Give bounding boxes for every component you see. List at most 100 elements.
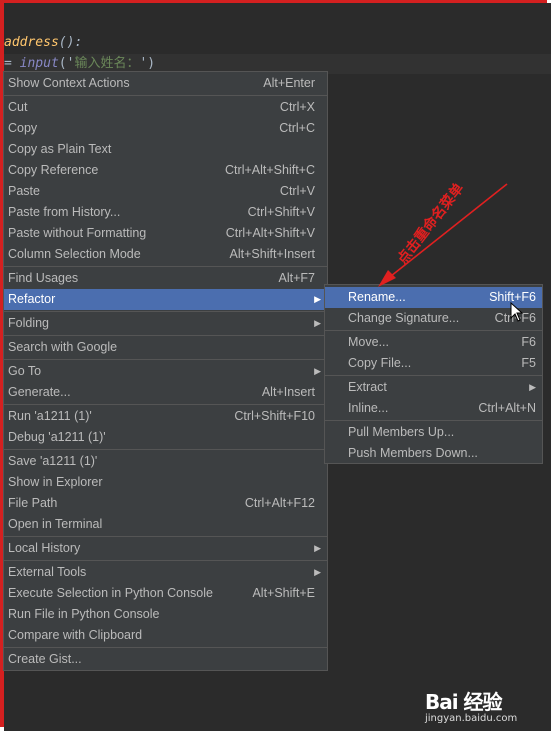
menu-item-column-selection-mode[interactable]: Column Selection Mode Alt+Shift+Insert	[4, 244, 327, 265]
menu-item-label: Show in Explorer	[8, 475, 103, 489]
menu-separator	[325, 420, 542, 421]
menu-item-label: Debug 'a1211 (1)'	[8, 430, 106, 444]
menu-separator	[4, 335, 327, 336]
watermark-url: jingyan.baidu.com	[425, 713, 518, 724]
menu-item-label: File Path	[8, 496, 58, 510]
triangle-right-icon: ▶	[529, 382, 536, 392]
menu-item-shortcut: Ctrl+Alt+Shift+C	[225, 163, 315, 177]
menu-item-label: Extract	[348, 380, 387, 394]
menu-item-shortcut: Ctrl+Shift+F10	[234, 409, 315, 423]
menu-item-local-history[interactable]: Local History ▶	[4, 538, 327, 559]
menu-item-label: Open in Terminal	[8, 517, 103, 531]
menu-item-shortcut: Ctrl+V	[279, 184, 315, 198]
menu-item-label: Local History	[8, 541, 81, 555]
menu-item-label: Paste without Formatting	[8, 226, 147, 240]
menu-item-folding[interactable]: Folding ▶	[4, 313, 327, 334]
menu-item-shortcut: Alt+Enter	[263, 76, 315, 90]
submenu-item-copy-file[interactable]: Copy File... F5	[325, 353, 542, 374]
menu-item-copy-reference[interactable]: Copy Reference Ctrl+Alt+Shift+C	[4, 160, 327, 181]
menu-item-label: Go To	[8, 364, 42, 378]
menu-item-label: Copy Reference	[8, 163, 99, 177]
menu-item-go-to[interactable]: Go To ▶	[4, 361, 327, 382]
menu-item-copy-plain-text[interactable]: Copy as Plain Text	[4, 139, 327, 160]
code-punctuation: ():	[58, 35, 83, 50]
triangle-right-icon: ▶	[314, 543, 321, 553]
menu-item-cut[interactable]: Cut Ctrl+X	[4, 97, 327, 118]
menu-item-open-in-terminal[interactable]: Open in Terminal	[4, 514, 327, 535]
menu-item-shortcut: Ctrl+Alt+N	[478, 401, 536, 415]
menu-item-paste-without-formatting[interactable]: Paste without Formatting Ctrl+Alt+Shift+V	[4, 223, 327, 244]
menu-item-shortcut: Ctrl+Alt+F12	[244, 496, 315, 510]
menu-item-save[interactable]: Save 'a1211 (1)'	[4, 451, 327, 472]
menu-item-generate[interactable]: Generate... Alt+Insert	[4, 382, 327, 403]
menu-item-label: Paste	[8, 184, 40, 198]
menu-separator	[325, 330, 542, 331]
menu-item-show-in-explorer[interactable]: Show in Explorer	[4, 472, 327, 493]
menu-item-external-tools[interactable]: External Tools ▶	[4, 562, 327, 583]
submenu-item-push-members-down[interactable]: Push Members Down...	[325, 443, 542, 464]
menu-item-copy[interactable]: Copy Ctrl+C	[4, 118, 327, 139]
context-menu: Show Context Actions Alt+Enter Cut Ctrl+X …	[3, 71, 328, 671]
watermark-logo: Bai 经验	[425, 690, 503, 714]
menu-item-label: Cut	[8, 100, 28, 114]
menu-item-shortcut: Alt+Shift+Insert	[229, 247, 315, 261]
menu-item-find-usages[interactable]: Find Usages Alt+F7	[4, 268, 327, 289]
menu-item-label: Column Selection Mode	[8, 247, 141, 261]
menu-item-run-file-console[interactable]: Run File in Python Console	[4, 604, 327, 625]
code-paren-open: ('	[58, 56, 75, 71]
triangle-right-icon: ▶	[314, 294, 321, 304]
menu-item-file-path[interactable]: File Path Ctrl+Alt+F12	[4, 493, 327, 514]
menu-item-execute-selection-console[interactable]: Execute Selection in Python Console Alt+S…	[4, 583, 327, 604]
menu-item-label: Folding	[8, 316, 49, 330]
submenu-item-inline[interactable]: Inline... Ctrl+Alt+N	[325, 398, 542, 419]
menu-item-label: Run File in Python Console	[8, 607, 160, 621]
menu-item-paste-from-history[interactable]: Paste from History... Ctrl+Shift+V	[4, 202, 327, 223]
menu-item-shortcut: Ctrl+Shift+V	[247, 205, 315, 219]
menu-item-search-google[interactable]: Search with Google	[4, 337, 327, 358]
assignment-operator: =	[4, 56, 20, 71]
menu-item-label: Create Gist...	[8, 652, 82, 666]
triangle-right-icon: ▶	[314, 318, 321, 328]
builtin-input: input	[19, 56, 59, 71]
menu-item-label: Inline...	[348, 401, 389, 415]
menu-item-compare-clipboard[interactable]: Compare with Clipboard	[4, 625, 327, 646]
menu-item-paste[interactable]: Paste Ctrl+V	[4, 181, 327, 202]
menu-item-show-context-actions[interactable]: Show Context Actions Alt+Enter	[4, 73, 327, 94]
menu-separator	[4, 359, 327, 360]
menu-item-shortcut: Ctrl+X	[279, 100, 315, 114]
menu-item-shortcut: Ctrl+Alt+Shift+V	[225, 226, 315, 240]
function-name: address	[4, 35, 59, 50]
menu-item-shortcut: F5	[521, 356, 536, 370]
triangle-right-icon: ▶	[314, 567, 321, 577]
menu-item-refactor[interactable]: Refactor ▶	[4, 289, 327, 310]
menu-item-label: Execute Selection in Python Console	[8, 586, 213, 600]
menu-item-label: Refactor	[8, 292, 56, 306]
submenu-item-move[interactable]: Move... F6	[325, 332, 542, 353]
menu-item-label: Find Usages	[8, 271, 79, 285]
menu-item-debug[interactable]: Debug 'a1211 (1)'	[4, 427, 327, 448]
menu-separator	[325, 375, 542, 376]
menu-item-shortcut: Alt+F7	[278, 271, 315, 285]
menu-item-create-gist[interactable]: Create Gist...	[4, 649, 327, 670]
menu-item-label: External Tools	[8, 565, 87, 579]
menu-item-label: Search with Google	[8, 340, 118, 354]
menu-item-label: Paste from History...	[8, 205, 121, 219]
menu-separator	[4, 95, 327, 96]
menu-item-label: Move...	[348, 335, 389, 349]
menu-separator	[4, 560, 327, 561]
menu-item-label: Pull Members Up...	[348, 425, 455, 439]
menu-separator	[4, 647, 327, 648]
menu-item-label: Copy	[8, 121, 38, 135]
triangle-right-icon: ▶	[314, 366, 321, 376]
menu-item-label: Compare with Clipboard	[8, 628, 143, 642]
menu-separator	[4, 266, 327, 267]
menu-item-label: Show Context Actions	[8, 76, 130, 90]
menu-item-shortcut: Alt+Insert	[261, 385, 315, 399]
menu-separator	[4, 449, 327, 450]
submenu-item-extract[interactable]: Extract ▶	[325, 377, 542, 398]
menu-item-run[interactable]: Run 'a1211 (1)' Ctrl+Shift+F10	[4, 406, 327, 427]
menu-item-label: Generate...	[8, 385, 71, 399]
menu-item-shortcut: Alt+Shift+E	[252, 586, 315, 600]
submenu-item-pull-members-up[interactable]: Pull Members Up...	[325, 422, 542, 443]
menu-item-label: Copy File...	[348, 356, 412, 370]
